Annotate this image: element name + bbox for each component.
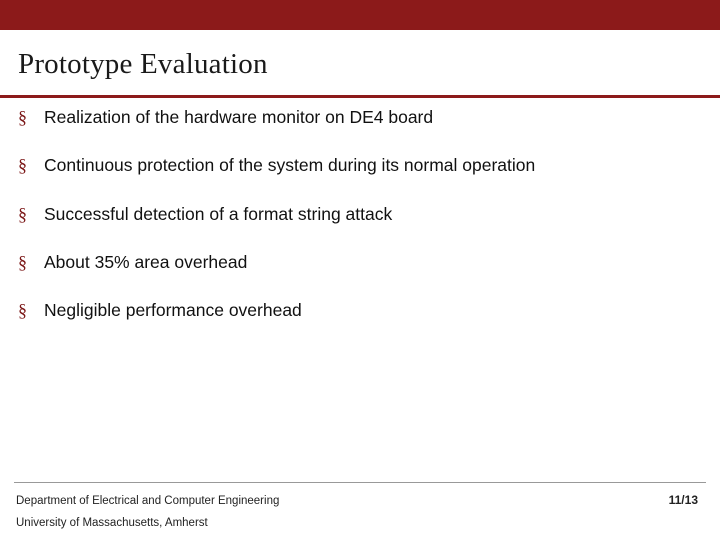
section-marker-icon: § [18, 251, 27, 272]
section-marker-icon: § [18, 155, 27, 176]
list-item: § About 35% area overhead [14, 249, 714, 275]
page-title: Prototype Evaluation [18, 48, 268, 80]
section-marker-icon: § [18, 300, 27, 320]
list-item-text: Successful detection of a format string … [44, 203, 393, 224]
list-item-text: About 35% area overhead [44, 251, 248, 272]
page-number: 11/13 [668, 493, 698, 507]
footer-affiliation: Department of Electrical and Computer En… [16, 491, 536, 535]
list-item-text: Negligible performance overhead [44, 300, 302, 320]
slide: Prototype Evaluation § Realization of th… [0, 0, 720, 540]
footer-department: Department of Electrical and Computer En… [16, 495, 280, 507]
list-item: § Negligible performance overhead [14, 297, 714, 323]
title-divider [0, 95, 720, 98]
section-marker-icon: § [18, 203, 27, 224]
list-item: § Successful detection of a format strin… [14, 201, 714, 227]
bullet-list: § Realization of the hardware monitor on… [14, 104, 714, 345]
list-item-text: Continuous protection of the system duri… [44, 155, 536, 176]
top-accent-bar [0, 0, 720, 30]
list-item: § Realization of the hardware monitor on… [14, 104, 714, 130]
footer-university: University of Massachusetts, Amherst [16, 516, 208, 529]
list-item: § Continuous protection of the system du… [14, 152, 714, 178]
footer-divider [14, 482, 706, 483]
section-marker-icon: § [18, 107, 27, 127]
list-item-text: Realization of the hardware monitor on D… [44, 107, 434, 127]
